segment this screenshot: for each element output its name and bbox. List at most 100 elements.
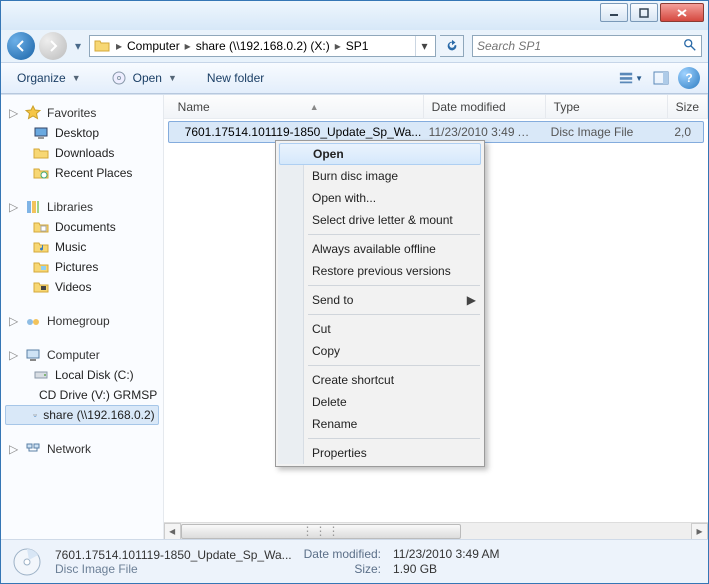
nav-label: Network <box>47 442 91 456</box>
nav-label: Computer <box>47 348 100 362</box>
preview-pane-button[interactable] <box>648 67 674 89</box>
close-button[interactable] <box>660 3 704 22</box>
command-bar: Organize ▼ Open ▼ New folder ▼ ? <box>1 62 708 94</box>
menu-burn[interactable]: Burn disc image <box>278 165 482 187</box>
column-name[interactable]: Name▲ <box>170 95 424 118</box>
menu-mount[interactable]: Select drive letter & mount <box>278 209 482 231</box>
minimize-button[interactable] <box>600 3 628 22</box>
menu-separator <box>308 285 480 286</box>
nav-videos[interactable]: Videos <box>5 277 159 297</box>
menu-open[interactable]: Open <box>279 143 481 165</box>
scroll-thumb[interactable]: ⋮⋮⋮ <box>181 524 462 539</box>
music-icon <box>33 239 49 255</box>
breadcrumb-folder[interactable]: SP1 <box>343 39 372 53</box>
details-pane: 7601.17514.101119-1850_Update_Sp_Wa... D… <box>1 539 708 583</box>
breadcrumb-computer[interactable]: Computer <box>124 39 183 53</box>
menu-separator <box>308 234 480 235</box>
help-button[interactable]: ? <box>678 67 700 89</box>
caret-icon: ▷ <box>9 442 19 456</box>
navigation-pane[interactable]: ▷ Favorites Desktop Downloads Recent Pla… <box>1 95 164 539</box>
column-type[interactable]: Type <box>546 95 668 118</box>
address-bar: ▾ ▸ Computer ▸ share (\\192.168.0.2) (X:… <box>1 30 708 62</box>
horizontal-scrollbar[interactable]: ◂ ⋮⋮⋮ ▸ <box>164 522 708 539</box>
refresh-button[interactable] <box>440 35 464 57</box>
menu-delete[interactable]: Delete <box>278 391 482 413</box>
nav-label: Favorites <box>47 106 96 120</box>
explorer-window: ▾ ▸ Computer ▸ share (\\192.168.0.2) (X:… <box>0 0 709 584</box>
forward-button[interactable] <box>39 32 67 60</box>
nav-network-header[interactable]: ▷ Network <box>5 439 159 459</box>
column-size[interactable]: Size <box>668 95 708 118</box>
nav-favorites-header[interactable]: ▷ Favorites <box>5 103 159 123</box>
maximize-button[interactable] <box>630 3 658 22</box>
disc-image-icon <box>11 546 43 578</box>
nav-computer-header[interactable]: ▷ Computer <box>5 345 159 365</box>
nav-cd-drive[interactable]: CD Drive (V:) GRMSP <box>5 385 159 405</box>
menu-cut[interactable]: Cut <box>278 318 482 340</box>
nav-homegroup-header[interactable]: ▷ Homegroup <box>5 311 159 331</box>
organize-button[interactable]: Organize ▼ <box>9 68 89 88</box>
open-button[interactable]: Open ▼ <box>103 67 185 89</box>
nav-network-share[interactable]: share (\\192.168.0.2) <box>5 405 159 425</box>
pictures-icon <box>33 259 49 275</box>
column-date[interactable]: Date modified <box>424 95 546 118</box>
nav-desktop[interactable]: Desktop <box>5 123 159 143</box>
nav-recent[interactable]: Recent Places <box>5 163 159 183</box>
chevron-down-icon: ▼ <box>72 73 81 83</box>
menu-separator <box>308 365 480 366</box>
nav-history-dropdown[interactable]: ▾ <box>71 36 85 56</box>
details-filetype: Disc Image File <box>55 562 292 576</box>
search-input[interactable] <box>477 39 683 53</box>
chevron-right-icon[interactable]: ▸ <box>333 39 343 53</box>
address-field[interactable]: ▸ Computer ▸ share (\\192.168.0.2) (X:) … <box>89 35 436 57</box>
file-date: 11/23/2010 3:49 AM <box>421 125 543 139</box>
breadcrumb-drive[interactable]: share (\\192.168.0.2) (X:) <box>193 39 333 53</box>
search-icon[interactable] <box>683 38 697 55</box>
address-dropdown[interactable]: ▾ <box>415 36 433 56</box>
menu-restore[interactable]: Restore previous versions <box>278 260 482 282</box>
chevron-down-icon: ▼ <box>635 74 643 83</box>
context-menu: Open Burn disc image Open with... Select… <box>275 140 485 467</box>
menu-copy[interactable]: Copy <box>278 340 482 362</box>
menu-rename[interactable]: Rename <box>278 413 482 435</box>
chevron-down-icon: ▼ <box>168 73 177 83</box>
scroll-right-button[interactable]: ▸ <box>691 523 708 540</box>
back-button[interactable] <box>7 32 35 60</box>
caret-icon: ▷ <box>9 106 19 120</box>
new-folder-label: New folder <box>207 71 264 85</box>
menu-separator <box>308 314 480 315</box>
libraries-icon <box>25 199 41 215</box>
new-folder-button[interactable]: New folder <box>199 68 272 88</box>
nav-pictures[interactable]: Pictures <box>5 257 159 277</box>
menu-open-with[interactable]: Open with... <box>278 187 482 209</box>
details-size: 1.90 GB <box>393 562 500 576</box>
menu-properties[interactable]: Properties <box>278 442 482 464</box>
homegroup-icon <box>25 313 41 329</box>
menu-send-to[interactable]: Send to▶ <box>278 289 482 311</box>
videos-icon <box>33 279 49 295</box>
chevron-right-icon[interactable]: ▸ <box>183 39 193 53</box>
drive-icon <box>33 367 49 383</box>
nav-music[interactable]: Music <box>5 237 159 257</box>
nav-documents[interactable]: Documents <box>5 217 159 237</box>
details-filename: 7601.17514.101119-1850_Update_Sp_Wa... <box>55 548 292 562</box>
nav-local-disk[interactable]: Local Disk (C:) <box>5 365 159 385</box>
nav-label: Homegroup <box>47 314 110 328</box>
nav-libraries-header[interactable]: ▷ Libraries <box>5 197 159 217</box>
scroll-track[interactable]: ⋮⋮⋮ <box>181 523 691 540</box>
scroll-left-button[interactable]: ◂ <box>164 523 181 540</box>
network-icon <box>25 441 41 457</box>
change-view-button[interactable]: ▼ <box>618 67 644 89</box>
column-headers: Name▲ Date modified Type Size <box>164 95 708 119</box>
nav-downloads[interactable]: Downloads <box>5 143 159 163</box>
computer-icon <box>25 347 41 363</box>
folder-icon <box>33 145 49 161</box>
menu-offline[interactable]: Always available offline <box>278 238 482 260</box>
organize-label: Organize <box>17 71 66 85</box>
menu-create-shortcut[interactable]: Create shortcut <box>278 369 482 391</box>
search-field[interactable] <box>472 35 702 57</box>
menu-separator <box>308 438 480 439</box>
chevron-right-icon[interactable]: ▸ <box>114 39 124 53</box>
details-date-label: Date modified: <box>304 547 381 561</box>
disc-icon <box>111 70 127 86</box>
